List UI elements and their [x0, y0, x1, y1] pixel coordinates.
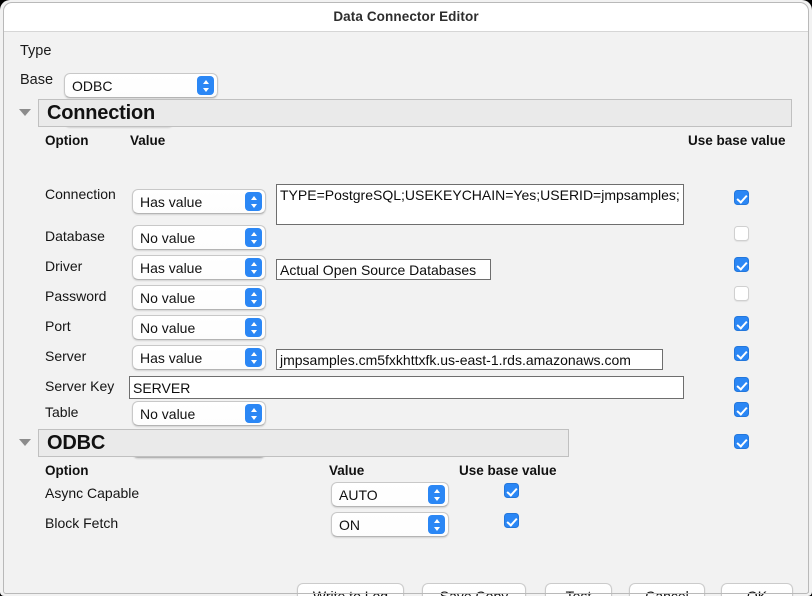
cancel-button[interactable]: Cancel — [629, 583, 705, 596]
value-select-server[interactable]: Has value — [132, 345, 266, 370]
option-label-block-fetch: Block Fetch — [45, 515, 118, 531]
save-copy-button[interactable]: Save Copy — [422, 583, 526, 596]
value-select-connection[interactable]: Has value — [132, 189, 266, 214]
type-label: Type — [20, 43, 51, 59]
test-button[interactable]: Test — [545, 583, 612, 596]
column-header-option-odbc: Option — [45, 463, 89, 478]
base-label: Base — [20, 72, 53, 88]
chevron-updown-icon — [197, 76, 214, 95]
section-header-connection[interactable]: Connection — [38, 99, 792, 127]
chevron-updown-icon — [428, 485, 445, 504]
option-label-port: Port — [45, 318, 71, 334]
use-base-checkbox-password[interactable] — [734, 286, 749, 301]
chevron-updown-icon — [428, 515, 445, 534]
section-title-odbc: ODBC — [39, 432, 105, 455]
value-select-table[interactable]: No value — [132, 401, 266, 426]
connector-identity-form: Type ODBC Base ID AWS Samples — [4, 33, 808, 97]
disclosure-triangle-odbc-icon[interactable] — [19, 439, 31, 446]
value-select-table-value: No value — [133, 406, 245, 422]
value-input-server-key[interactable]: SERVER — [129, 376, 684, 399]
value-select-port[interactable]: No value — [132, 315, 266, 340]
disclosure-triangle-connection-icon[interactable] — [19, 109, 31, 116]
value-input-driver[interactable]: Actual Open Source Databases — [276, 259, 491, 280]
value-select-block-fetch[interactable]: ON — [331, 512, 449, 537]
window-title: Data Connector Editor — [333, 9, 478, 24]
use-base-checkbox-connection[interactable] — [734, 190, 749, 205]
use-base-checkbox-server-key[interactable] — [734, 377, 749, 392]
dialog-content: Type ODBC Base ID AWS Samples Connection… — [4, 33, 808, 593]
column-header-use-base: Use base value — [688, 133, 786, 148]
chevron-updown-icon — [245, 288, 262, 307]
chevron-updown-icon — [245, 404, 262, 423]
chevron-updown-icon — [245, 228, 262, 247]
use-base-checkbox-block-fetch[interactable] — [504, 513, 519, 528]
chevron-updown-icon — [245, 348, 262, 367]
option-label-table: Table — [45, 404, 78, 420]
value-select-port-value: No value — [133, 320, 245, 336]
window-titlebar: Data Connector Editor — [3, 2, 809, 32]
use-base-checkbox-table[interactable] — [734, 402, 749, 417]
section-header-odbc[interactable]: ODBC — [38, 429, 569, 457]
value-input-connection[interactable]: TYPE=PostgreSQL;USEKEYCHAIN=Yes;USERID=j… — [276, 184, 684, 225]
option-label-connection: Connection — [45, 186, 116, 202]
value-select-driver-value: Has value — [133, 260, 245, 276]
write-to-log-button[interactable]: Write to Log — [297, 583, 404, 596]
type-select[interactable]: ODBC — [64, 73, 218, 98]
use-base-checkbox-server[interactable] — [734, 346, 749, 361]
option-label-server-key: Server Key — [45, 378, 114, 394]
chevron-updown-icon — [245, 258, 262, 277]
option-label-database: Database — [45, 228, 105, 244]
value-select-async-capable-value: AUTO — [332, 487, 428, 503]
type-select-value: ODBC — [65, 78, 197, 94]
chevron-updown-icon — [245, 192, 262, 211]
chevron-updown-icon — [245, 318, 262, 337]
value-select-password[interactable]: No value — [132, 285, 266, 310]
column-header-use-base-odbc: Use base value — [459, 463, 557, 478]
use-base-checkbox-async-capable[interactable] — [504, 483, 519, 498]
use-base-checkbox-database[interactable] — [734, 226, 749, 241]
section-title-connection: Connection — [39, 102, 155, 125]
value-select-connection-value: Has value — [133, 194, 245, 210]
column-header-value-odbc: Value — [329, 463, 364, 478]
option-label-password: Password — [45, 288, 106, 304]
use-base-checkbox-port[interactable] — [734, 316, 749, 331]
option-label-server: Server — [45, 348, 86, 364]
value-input-server[interactable]: jmpsamples.cm5fxkhttxfk.us-east-1.rds.am… — [276, 349, 663, 370]
ok-button[interactable]: OK — [721, 583, 793, 596]
value-select-server-value: Has value — [133, 350, 245, 366]
window-right-edge — [808, 33, 809, 593]
option-label-driver: Driver — [45, 258, 82, 274]
value-select-database[interactable]: No value — [132, 225, 266, 250]
column-header-value: Value — [130, 133, 165, 148]
data-connector-editor-window: Data Connector Editor Type ODBC Base ID … — [0, 0, 812, 596]
value-select-password-value: No value — [133, 290, 245, 306]
option-label-async-capable: Async Capable — [45, 485, 139, 501]
column-header-option: Option — [45, 133, 89, 148]
value-select-database-value: No value — [133, 230, 245, 246]
value-select-driver[interactable]: Has value — [132, 255, 266, 280]
value-select-async-capable[interactable]: AUTO — [331, 482, 449, 507]
use-base-checkbox-user[interactable] — [734, 434, 749, 449]
use-base-checkbox-driver[interactable] — [734, 257, 749, 272]
dialog-button-bar: Write to Log Save Copy Test Cancel OK — [4, 551, 808, 593]
value-select-block-fetch-value: ON — [332, 517, 428, 533]
